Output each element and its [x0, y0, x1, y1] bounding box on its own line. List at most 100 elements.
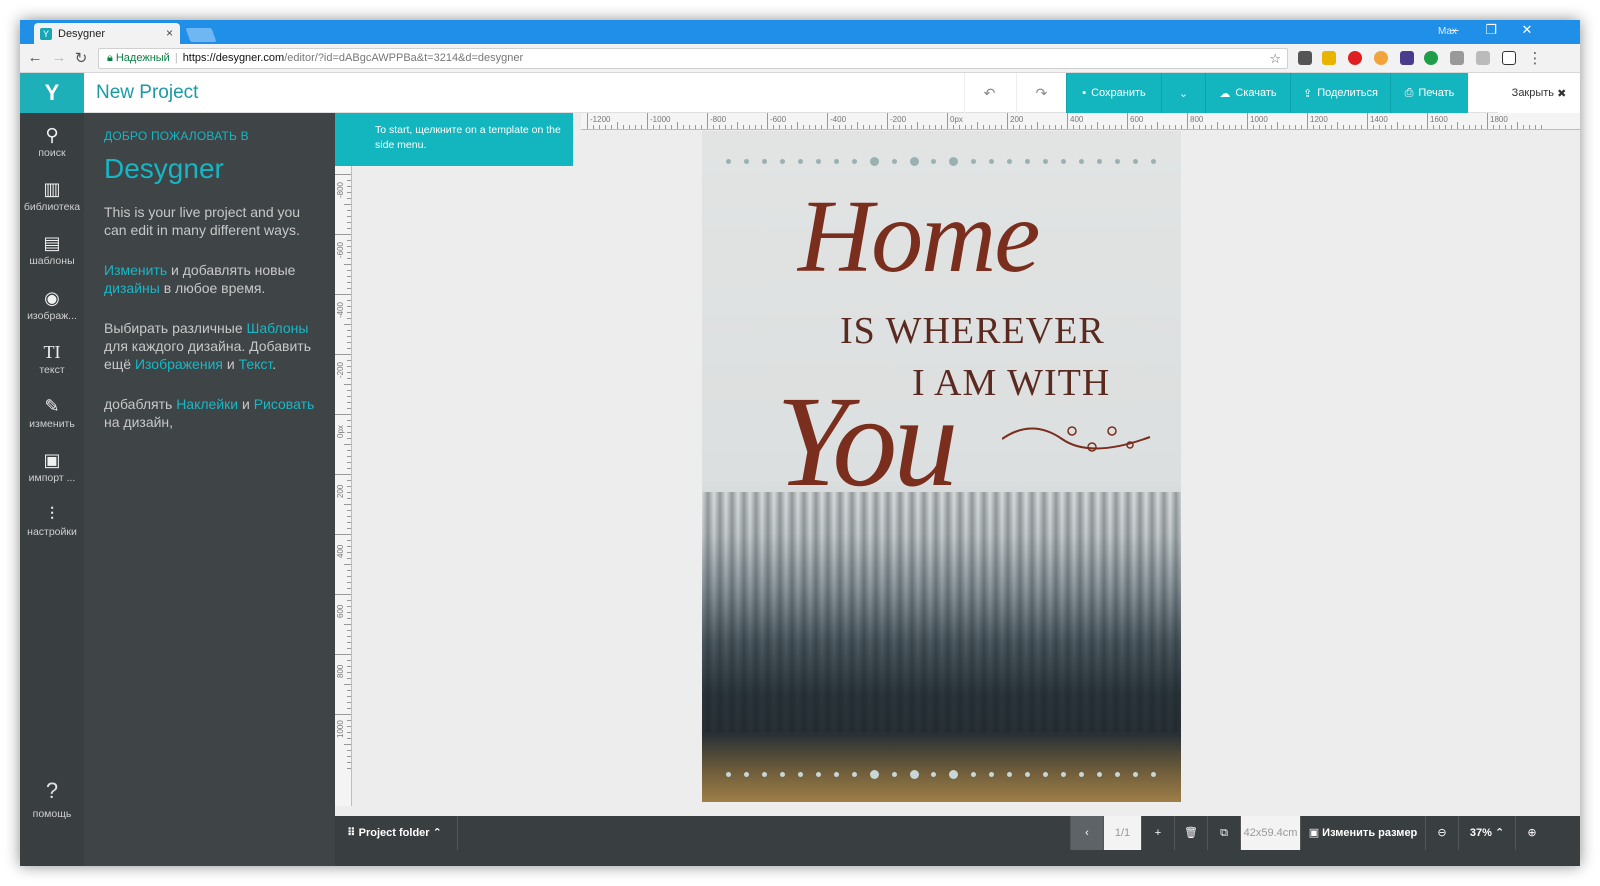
ruler-tick — [347, 666, 351, 667]
project-title[interactable]: New Project — [96, 82, 198, 104]
redo-button[interactable]: ↷ — [1016, 73, 1066, 113]
reload-icon[interactable]: ↻ — [72, 49, 90, 67]
ruler-tick — [1211, 125, 1212, 129]
ghost-extension-icon[interactable] — [1400, 51, 1414, 65]
ruler-tick — [899, 125, 900, 129]
poster-design[interactable]: Home IS WHEREVER I AM WITH You — [702, 131, 1181, 802]
new-tab-button[interactable] — [185, 28, 217, 42]
rail-item-templates[interactable]: ▤ шаблоны — [20, 225, 84, 279]
save-options-button[interactable]: ⌄ — [1161, 73, 1205, 113]
ruler-tick — [347, 198, 351, 199]
undo-icon: ↶ — [983, 85, 996, 101]
ruler-tick — [1163, 125, 1164, 129]
ruler-tick — [347, 258, 351, 259]
duplicate-page-button[interactable]: ⧉ — [1207, 816, 1240, 850]
templates-link[interactable]: Шаблоны — [247, 320, 309, 336]
ruler-tick — [1043, 125, 1044, 129]
print-button[interactable]: ⎙ Печать — [1390, 73, 1468, 113]
help-button[interactable]: ? помощь — [20, 778, 84, 822]
undo-button[interactable]: ↶ — [964, 73, 1014, 113]
ruler-tick — [1007, 113, 1008, 129]
download-button[interactable]: ☁ Скачать — [1205, 73, 1290, 113]
extension-icon[interactable] — [1374, 51, 1388, 65]
poster-text-you[interactable]: You — [776, 367, 958, 517]
text-link[interactable]: Текст — [239, 356, 273, 372]
star-extension-icon[interactable] — [1476, 51, 1490, 65]
back-icon[interactable]: ← — [26, 49, 44, 66]
draw-link[interactable]: Рисовать — [254, 396, 315, 412]
chevron-left-icon: ‹ — [1085, 827, 1089, 839]
pocket-extension-icon[interactable] — [1298, 51, 1312, 65]
rail-item-images[interactable]: ◉ изображ... — [20, 280, 84, 334]
minimize-icon[interactable]: – — [1440, 22, 1470, 37]
border-dot — [989, 772, 995, 777]
ruler-tick — [1535, 125, 1536, 129]
save-button[interactable]: ▪ Сохранить — [1066, 73, 1161, 113]
ruler-tick — [335, 474, 351, 475]
browser-tab[interactable]: Y Desygner × — [34, 23, 180, 44]
close-tab-icon[interactable]: × — [166, 26, 173, 40]
ruler-left-label: -400 — [336, 301, 345, 318]
designs-link[interactable]: дизайны — [104, 280, 160, 296]
ruler-tick — [1025, 125, 1026, 129]
ruler-tick — [1217, 122, 1218, 129]
ruler-tick — [347, 768, 351, 769]
ruler-tick — [347, 480, 351, 481]
close-editor-button[interactable]: Закрыть ✖ — [1498, 73, 1580, 113]
ruler-tick — [1451, 125, 1452, 129]
left-rail: ⚲ поиск ▥ библиотека ▤ шаблоны ◉ изображ... … — [20, 113, 84, 866]
desygner-logo[interactable]: Y — [20, 73, 84, 113]
ruler-tick — [1295, 125, 1296, 129]
rail-item-search[interactable]: ⚲ поиск — [20, 117, 84, 171]
edit-link[interactable]: Изменить — [104, 262, 167, 278]
zoom-in-button[interactable]: ⊕ — [1515, 816, 1548, 850]
canvas-workspace[interactable]: -1200 -1000 -800 -600 -400 -200 0px 200 400 600 80… — [335, 113, 1580, 816]
n-extension-icon[interactable] — [1502, 51, 1516, 65]
share-button[interactable]: ⇪ Поделиться — [1290, 73, 1390, 113]
ruler-tick — [989, 125, 990, 129]
bookmark-star-icon[interactable]: ☆ — [1269, 49, 1281, 68]
opera-extension-icon[interactable] — [1348, 51, 1362, 65]
resize-button[interactable]: ▣ Изменить размер — [1300, 816, 1425, 850]
ruler-tick — [1469, 125, 1470, 129]
add-page-button[interactable]: + — [1141, 816, 1174, 850]
prev-page-button[interactable]: ‹ — [1070, 816, 1103, 850]
rail-item-text[interactable]: TI текст — [20, 334, 84, 388]
ruler-tick — [809, 125, 810, 129]
ruler-tick — [347, 606, 351, 607]
stickers-link[interactable]: Наклейки — [176, 396, 238, 412]
welcome-brand: Desygner — [104, 153, 224, 184]
zoom-level-dropdown[interactable]: 37% ⌃ — [1458, 816, 1515, 850]
ruler-tick — [1181, 125, 1182, 129]
images-link[interactable]: Изображения — [135, 356, 223, 372]
new-extension-icon[interactable] — [1424, 51, 1438, 65]
ruler-tick — [677, 122, 678, 129]
rail-item-import[interactable]: ▣ импорт ... — [20, 442, 84, 496]
rail-item-settings[interactable]: ⫶ настройки — [20, 496, 84, 550]
rail-item-library[interactable]: ▥ библиотека — [20, 171, 84, 225]
project-folder-button[interactable]: ⠿ Project folder ⌃ — [335, 816, 458, 850]
delete-page-button[interactable]: 🗑︎ — [1174, 816, 1207, 850]
poster-text-home[interactable]: Home — [798, 177, 1040, 296]
zoom-out-button[interactable]: ⊖ — [1425, 816, 1458, 850]
ruler-tick — [1487, 113, 1488, 129]
ruler-top[interactable]: -1200 -1000 -800 -600 -400 -200 0px 200 400 600 80… — [581, 113, 1580, 130]
forward-icon[interactable]: → — [50, 49, 68, 66]
restore-icon[interactable]: ❐ — [1476, 22, 1506, 38]
ruler-tick — [1001, 125, 1002, 129]
ruler-tick — [344, 504, 351, 505]
border-dot — [1025, 159, 1031, 164]
ruler-tick — [1199, 125, 1200, 129]
ruler-left[interactable]: -800 -600 -400 -200 0px 200 400 600 800 1000 — [335, 166, 352, 806]
close-window-icon[interactable]: ✕ — [1512, 22, 1542, 38]
keep-extension-icon[interactable] — [1322, 51, 1336, 65]
ruler-tick — [1049, 125, 1050, 129]
rail-item-edit[interactable]: ✎ изменить — [20, 388, 84, 442]
menu-dots-icon[interactable]: ⋮ — [1526, 49, 1544, 67]
trash-icon: 🗑︎ — [1184, 827, 1198, 839]
url-field[interactable]: 🔒︎ Надежный | https://desygner.com/editor/?… — [98, 48, 1288, 69]
ruler-tick — [1235, 125, 1236, 129]
shield-extension-icon[interactable] — [1450, 51, 1464, 65]
ruler-tick — [347, 630, 351, 631]
poster-text-wherever[interactable]: IS WHEREVER — [840, 309, 1105, 353]
